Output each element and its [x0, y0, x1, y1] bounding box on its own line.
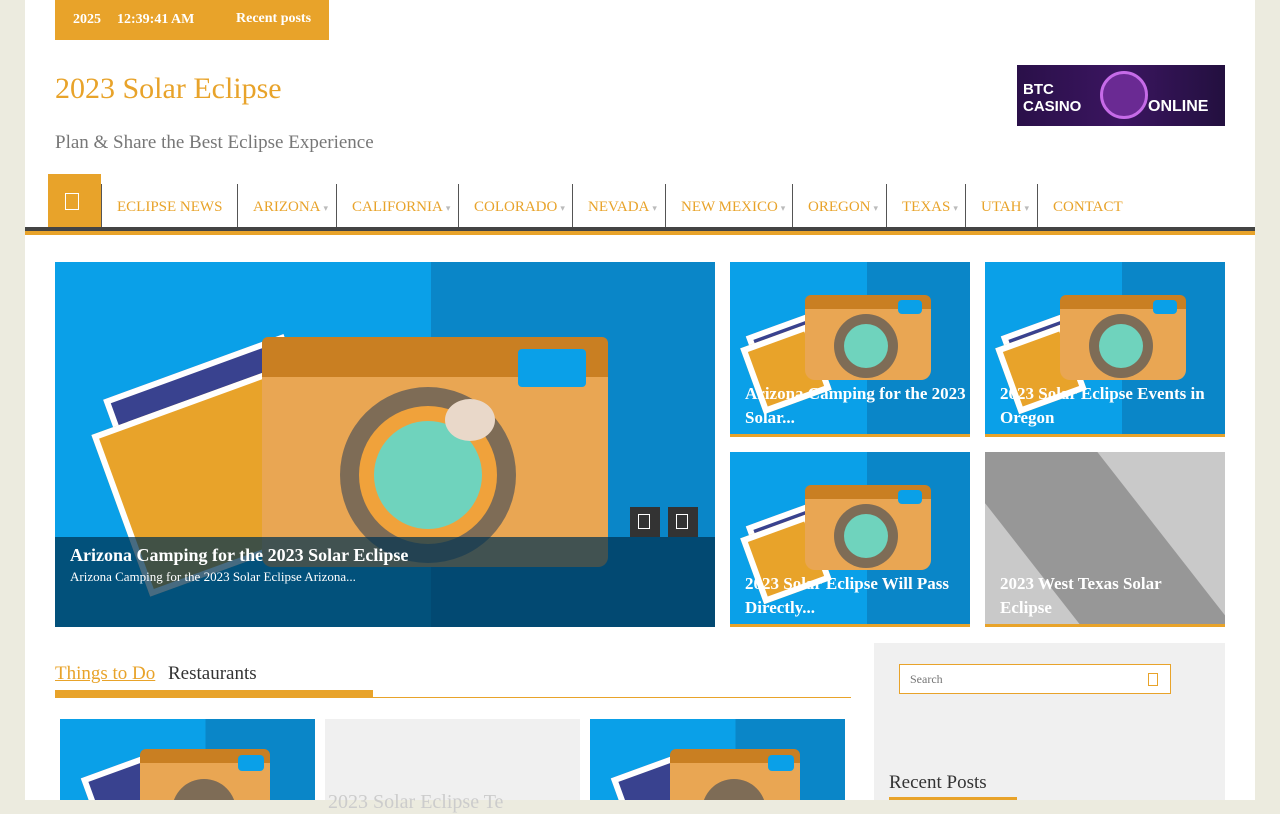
- sidebar: Recent Posts: [874, 643, 1225, 800]
- dropdown-caret-icon: ▾: [780, 202, 786, 213]
- casino-chip-icon: [1100, 71, 1148, 119]
- nav-item-california[interactable]: CALIFORNIA ▾: [336, 184, 465, 228]
- camera-viewfinder: [1153, 300, 1177, 314]
- ad-text-casino: CASINO: [1023, 98, 1082, 115]
- camera-flash: [445, 399, 495, 441]
- tile-accent-bar: [730, 624, 970, 627]
- dropdown-caret-icon: ▾: [445, 202, 451, 213]
- dropdown-caret-icon: ▾: [652, 202, 657, 213]
- nav-item-contact[interactable]: CONTACT: [1037, 184, 1138, 228]
- camera-viewfinder: [518, 349, 586, 387]
- nav-item-arizona[interactable]: ARIZONA ▾: [237, 184, 343, 228]
- tile-title[interactable]: Arizona Camping for the 2023 Solar...: [745, 382, 970, 430]
- camera-viewfinder: [898, 490, 922, 504]
- tile-accent-bar: [985, 624, 1225, 627]
- nav-label: OREGON: [808, 199, 871, 215]
- time-text: 12:39:41 AM: [117, 12, 195, 27]
- tile-title[interactable]: 2023 Solar Eclipse Will Pass Directly...: [745, 572, 960, 620]
- dropdown-caret-icon: ▾: [1024, 202, 1029, 213]
- nav-label: TEXAS: [902, 199, 951, 215]
- camera-lens-glass: [844, 324, 888, 368]
- dropdown-caret-icon: ▾: [873, 202, 879, 213]
- camera-lens-glass: [1099, 324, 1143, 368]
- tile-accent-bar: [730, 434, 970, 437]
- post-card[interactable]: [60, 719, 315, 800]
- ad-banner[interactable]: BTC CASINO ONLINE: [1017, 65, 1225, 126]
- home-icon: [65, 193, 79, 210]
- tab-restaurants[interactable]: Restaurants: [168, 663, 257, 685]
- post-card[interactable]: 2023 Solar Eclipse Te: [325, 719, 580, 813]
- dropdown-caret-icon: ▾: [953, 202, 958, 213]
- nav-item-utah[interactable]: UTAH ▾: [965, 184, 1044, 228]
- camera-viewfinder: [898, 300, 922, 314]
- featured-tile[interactable]: 2023 Solar Eclipse Will Pass Directly...: [730, 452, 970, 627]
- site-title[interactable]: 2023 Solar Eclipse: [55, 72, 282, 106]
- slider-next-button[interactable]: [668, 507, 698, 537]
- featured-tile[interactable]: 2023 Solar Eclipse Events in Oregon: [985, 262, 1225, 437]
- nav-item-oregon[interactable]: OREGON ▾: [792, 184, 893, 228]
- nav-item-colorado[interactable]: COLORADO ▾: [458, 184, 580, 228]
- featured-tile[interactable]: 2023 West Texas Solar Eclipse: [985, 452, 1225, 627]
- nav-item-nevada[interactable]: NEVADA ▾: [572, 184, 672, 228]
- nav-label: UTAH: [981, 199, 1022, 215]
- tab-things-to-do[interactable]: Things to Do: [55, 663, 155, 685]
- search-box: [899, 664, 1171, 694]
- nav-item-texas[interactable]: TEXAS ▾: [886, 184, 973, 228]
- tile-accent-bar: [985, 434, 1225, 437]
- tile-title[interactable]: 2023 West Texas Solar Eclipse: [1000, 572, 1215, 620]
- nav-label: ARIZONA: [253, 199, 321, 215]
- nav-label: CALIFORNIA: [352, 199, 443, 215]
- nav-label: ECLIPSE NEWS: [117, 199, 223, 215]
- hero-caption: Arizona Camping for the 2023 Solar Eclip…: [55, 537, 715, 627]
- nav-item-new-mexico[interactable]: NEW MEXICO ▾: [665, 184, 800, 228]
- recent-posts-link[interactable]: Recent posts: [236, 11, 311, 27]
- camera-lens-glass: [844, 514, 888, 558]
- prev-icon: [638, 514, 650, 529]
- recent-posts-heading: Recent Posts: [889, 772, 987, 793]
- nav-label: CONTACT: [1053, 199, 1123, 215]
- search-icon[interactable]: [1148, 673, 1158, 686]
- hero-excerpt: Arizona Camping for the 2023 Solar Eclip…: [70, 569, 356, 584]
- ad-text-online: ONLINE: [1148, 98, 1209, 115]
- dropdown-caret-icon: ▾: [560, 202, 565, 213]
- featured-tile[interactable]: Arizona Camping for the 2023 Solar...: [730, 262, 970, 437]
- post-card[interactable]: [590, 719, 845, 800]
- date-text: 2025: [73, 12, 101, 27]
- nav-accent-line: [25, 231, 1255, 235]
- next-icon: [676, 514, 688, 529]
- card-title[interactable]: 2023 Solar Eclipse Te: [328, 791, 503, 814]
- camera-viewfinder: [768, 755, 794, 771]
- tab-active-underline: [55, 690, 373, 697]
- hero-title[interactable]: Arizona Camping for the 2023 Solar Eclip…: [70, 545, 408, 566]
- dropdown-caret-icon: ▾: [323, 202, 329, 213]
- camera-viewfinder: [238, 755, 264, 771]
- search-input[interactable]: [908, 671, 1132, 688]
- nav-label: NEW MEXICO: [681, 199, 778, 215]
- top-bar: 2025 12:39:41 AM Recent posts: [55, 0, 329, 40]
- tile-title[interactable]: 2023 Solar Eclipse Events in Oregon: [1000, 382, 1215, 430]
- site-tagline: Plan & Share the Best Eclipse Experience: [55, 132, 374, 153]
- page: 2025 12:39:41 AM Recent posts 2023 Solar…: [25, 0, 1255, 813]
- slider-prev-button[interactable]: [630, 507, 660, 537]
- tab-divider: [55, 697, 851, 698]
- nav-label: COLORADO: [474, 199, 558, 215]
- nav-label: NEVADA: [588, 199, 650, 215]
- ad-text-btc: BTC: [1023, 81, 1054, 98]
- hero-slide[interactable]: Arizona Camping for the 2023 Solar Eclip…: [55, 262, 715, 627]
- nav-item-eclipse-news[interactable]: ECLIPSE NEWS: [101, 184, 237, 228]
- home-button[interactable]: [48, 174, 101, 234]
